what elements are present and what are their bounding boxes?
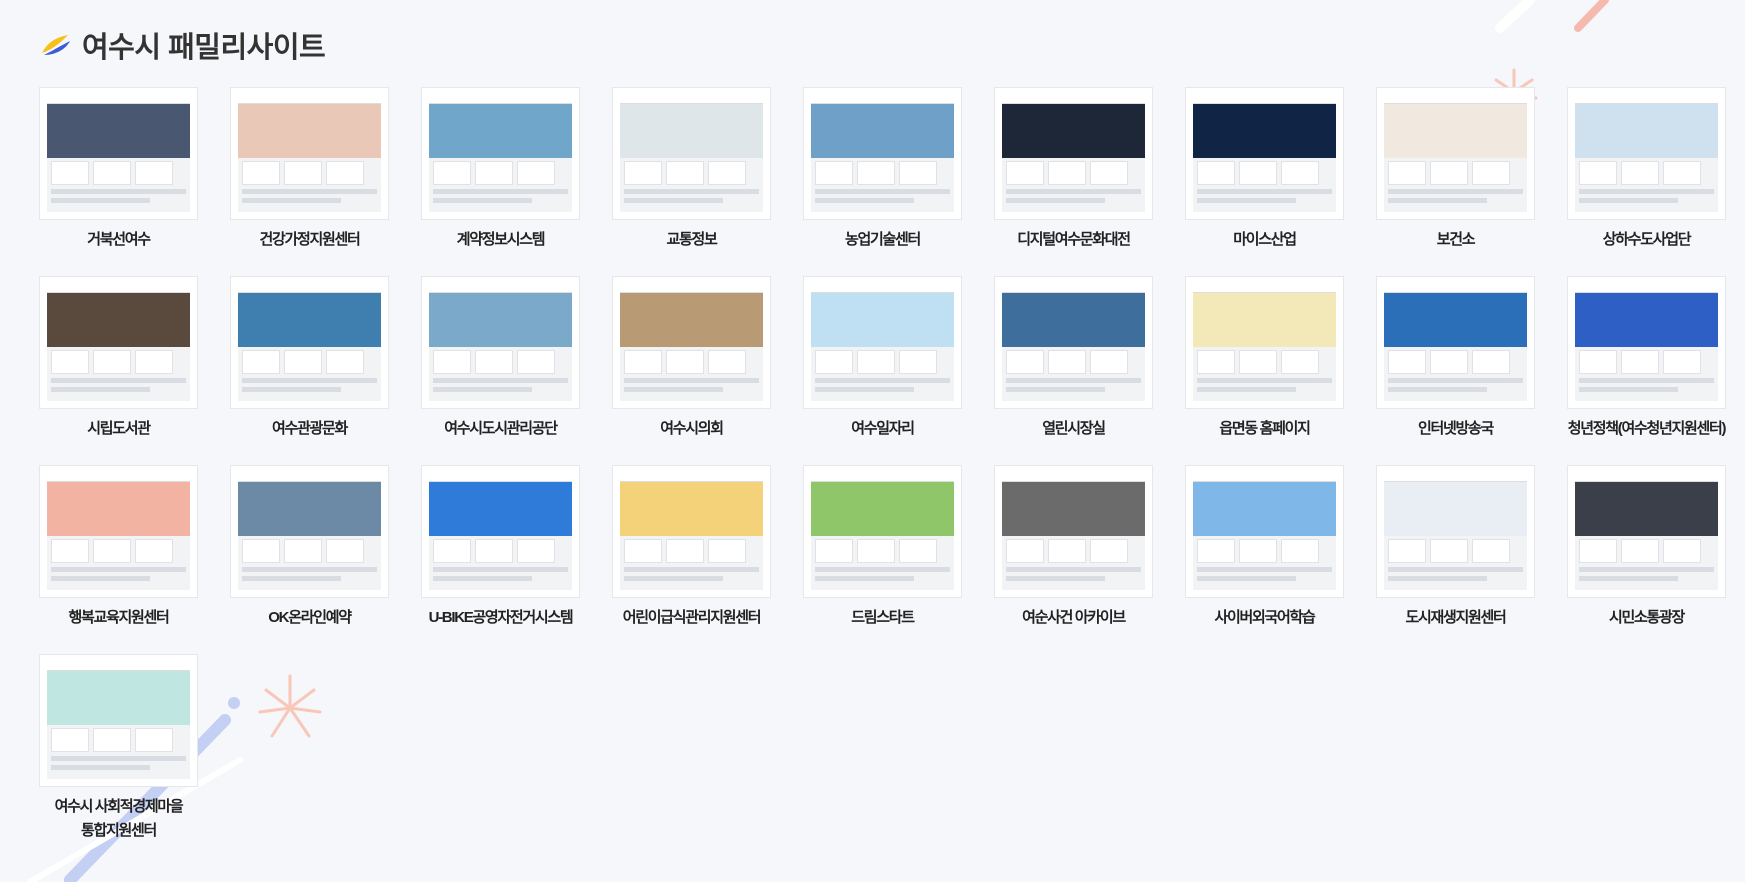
page-header: 여수시 패밀리사이트	[40, 24, 326, 66]
site-card[interactable]: 인터넷방송국	[1377, 277, 1534, 466]
site-thumbnail	[40, 88, 197, 219]
site-card[interactable]: 도시재생지원센터	[1377, 466, 1534, 655]
site-card[interactable]: 농업기술센터	[804, 88, 961, 277]
site-thumbnail	[804, 277, 961, 408]
site-label: 여수관광문화	[271, 420, 348, 437]
site-card[interactable]: 여수시도시관리공단	[422, 277, 579, 466]
site-thumbnail	[613, 466, 770, 597]
brush-logo-icon	[42, 35, 70, 55]
site-label: 도시재생지원센터	[1405, 609, 1506, 626]
site-label: 계약정보시스템	[456, 231, 546, 248]
site-label: 마이스산업	[1233, 231, 1297, 248]
site-card[interactable]: 마이스산업	[1186, 88, 1343, 277]
site-thumbnail	[40, 466, 197, 597]
site-thumbnail	[1568, 88, 1725, 219]
site-label: 농업기술센터	[844, 231, 921, 248]
site-thumbnail	[804, 88, 961, 219]
site-label: 디지털여수문화대전	[1017, 231, 1131, 248]
site-label: 시립도서관	[87, 420, 151, 437]
site-thumbnail	[1186, 277, 1343, 408]
site-label: 여수시도시관리공단	[444, 420, 558, 437]
site-label: 거북선여수	[87, 231, 151, 248]
site-label: 인터넷방송국	[1417, 420, 1494, 437]
site-label: 시민소통광장	[1608, 609, 1685, 626]
site-card[interactable]: 열린시장실	[995, 277, 1152, 466]
site-card[interactable]: OK온라인예약	[231, 466, 388, 655]
site-thumbnail	[1186, 466, 1343, 597]
site-label: 어린이급식관리지원센터	[622, 609, 762, 626]
site-label: 여수시의회	[660, 420, 724, 437]
site-card[interactable]: 거북선여수	[40, 88, 197, 277]
site-thumbnail	[422, 277, 579, 408]
site-label: 여수일자리	[851, 420, 915, 437]
site-card[interactable]: 교통정보	[613, 88, 770, 277]
site-thumbnail	[1377, 88, 1534, 219]
site-label: 열린시장실	[1042, 420, 1106, 437]
site-label: 청년정책(여수청년지원센터)	[1567, 420, 1727, 437]
site-card[interactable]: 시민소통광장	[1568, 466, 1725, 655]
site-label: 상하수도사업단	[1602, 231, 1692, 248]
site-card[interactable]: 여수일자리	[804, 277, 961, 466]
site-thumbnail	[1568, 277, 1725, 408]
site-thumbnail	[995, 88, 1152, 219]
site-card[interactable]: 보건소	[1377, 88, 1534, 277]
site-thumbnail	[40, 277, 197, 408]
site-thumbnail	[231, 88, 388, 219]
site-thumbnail	[995, 466, 1152, 597]
site-card[interactable]: 디지털여수문화대전	[995, 88, 1152, 277]
site-thumbnail	[1568, 466, 1725, 597]
site-thumbnail	[422, 466, 579, 597]
site-thumbnail	[613, 88, 770, 219]
site-card[interactable]: 읍면동 홈페이지	[1186, 277, 1343, 466]
site-label: 드림스타트	[851, 609, 915, 626]
site-label: 건강가정지원센터	[259, 231, 360, 248]
site-card[interactable]: 여수관광문화	[231, 277, 388, 466]
site-label: 사이버외국어학습	[1214, 609, 1315, 626]
site-card[interactable]: 여수시의회	[613, 277, 770, 466]
site-thumbnail	[231, 466, 388, 597]
site-thumbnail	[231, 277, 388, 408]
site-card[interactable]: 행복교육지원센터	[40, 466, 197, 655]
site-label: U-BIKE공영자전거시스템	[428, 609, 574, 626]
site-card[interactable]: 건강가정지원센터	[231, 88, 388, 277]
site-label: 교통정보	[666, 231, 717, 248]
site-thumbnail	[1186, 88, 1343, 219]
site-label: 여수시 사회적경제마을 통합지원센터	[54, 798, 184, 839]
site-label: 여순사건 아카이브	[1022, 609, 1126, 626]
site-card[interactable]: 여순사건 아카이브	[995, 466, 1152, 655]
site-card[interactable]: 사이버외국어학습	[1186, 466, 1343, 655]
site-card[interactable]: 드림스타트	[804, 466, 961, 655]
site-label: 읍면동 홈페이지	[1219, 420, 1311, 437]
site-thumbnail	[40, 655, 197, 786]
page-title: 여수시 패밀리사이트	[82, 32, 326, 64]
site-thumbnail	[613, 277, 770, 408]
site-thumbnail	[995, 277, 1152, 408]
site-card[interactable]: 여수시 사회적경제마을 통합지원센터	[40, 655, 197, 844]
family-site-grid: 거북선여수 건강가정지원센터 계약정보시스템 교통정보 농업기술센터 디지털여수문화대전 마…	[40, 88, 1727, 844]
site-thumbnail	[804, 466, 961, 597]
site-card[interactable]: 상하수도사업단	[1568, 88, 1725, 277]
site-label: OK온라인예약	[268, 609, 352, 626]
site-card[interactable]: 계약정보시스템	[422, 88, 579, 277]
site-label: 행복교육지원센터	[68, 609, 169, 626]
site-thumbnail	[1377, 277, 1534, 408]
site-card[interactable]: 청년정책(여수청년지원센터)	[1568, 277, 1727, 466]
site-label: 보건소	[1436, 231, 1476, 248]
site-card[interactable]: 어린이급식관리지원센터	[613, 466, 770, 655]
site-card[interactable]: 시립도서관	[40, 277, 197, 466]
site-thumbnail	[1377, 466, 1534, 597]
site-thumbnail	[422, 88, 579, 219]
site-card[interactable]: U-BIKE공영자전거시스템	[422, 466, 579, 655]
